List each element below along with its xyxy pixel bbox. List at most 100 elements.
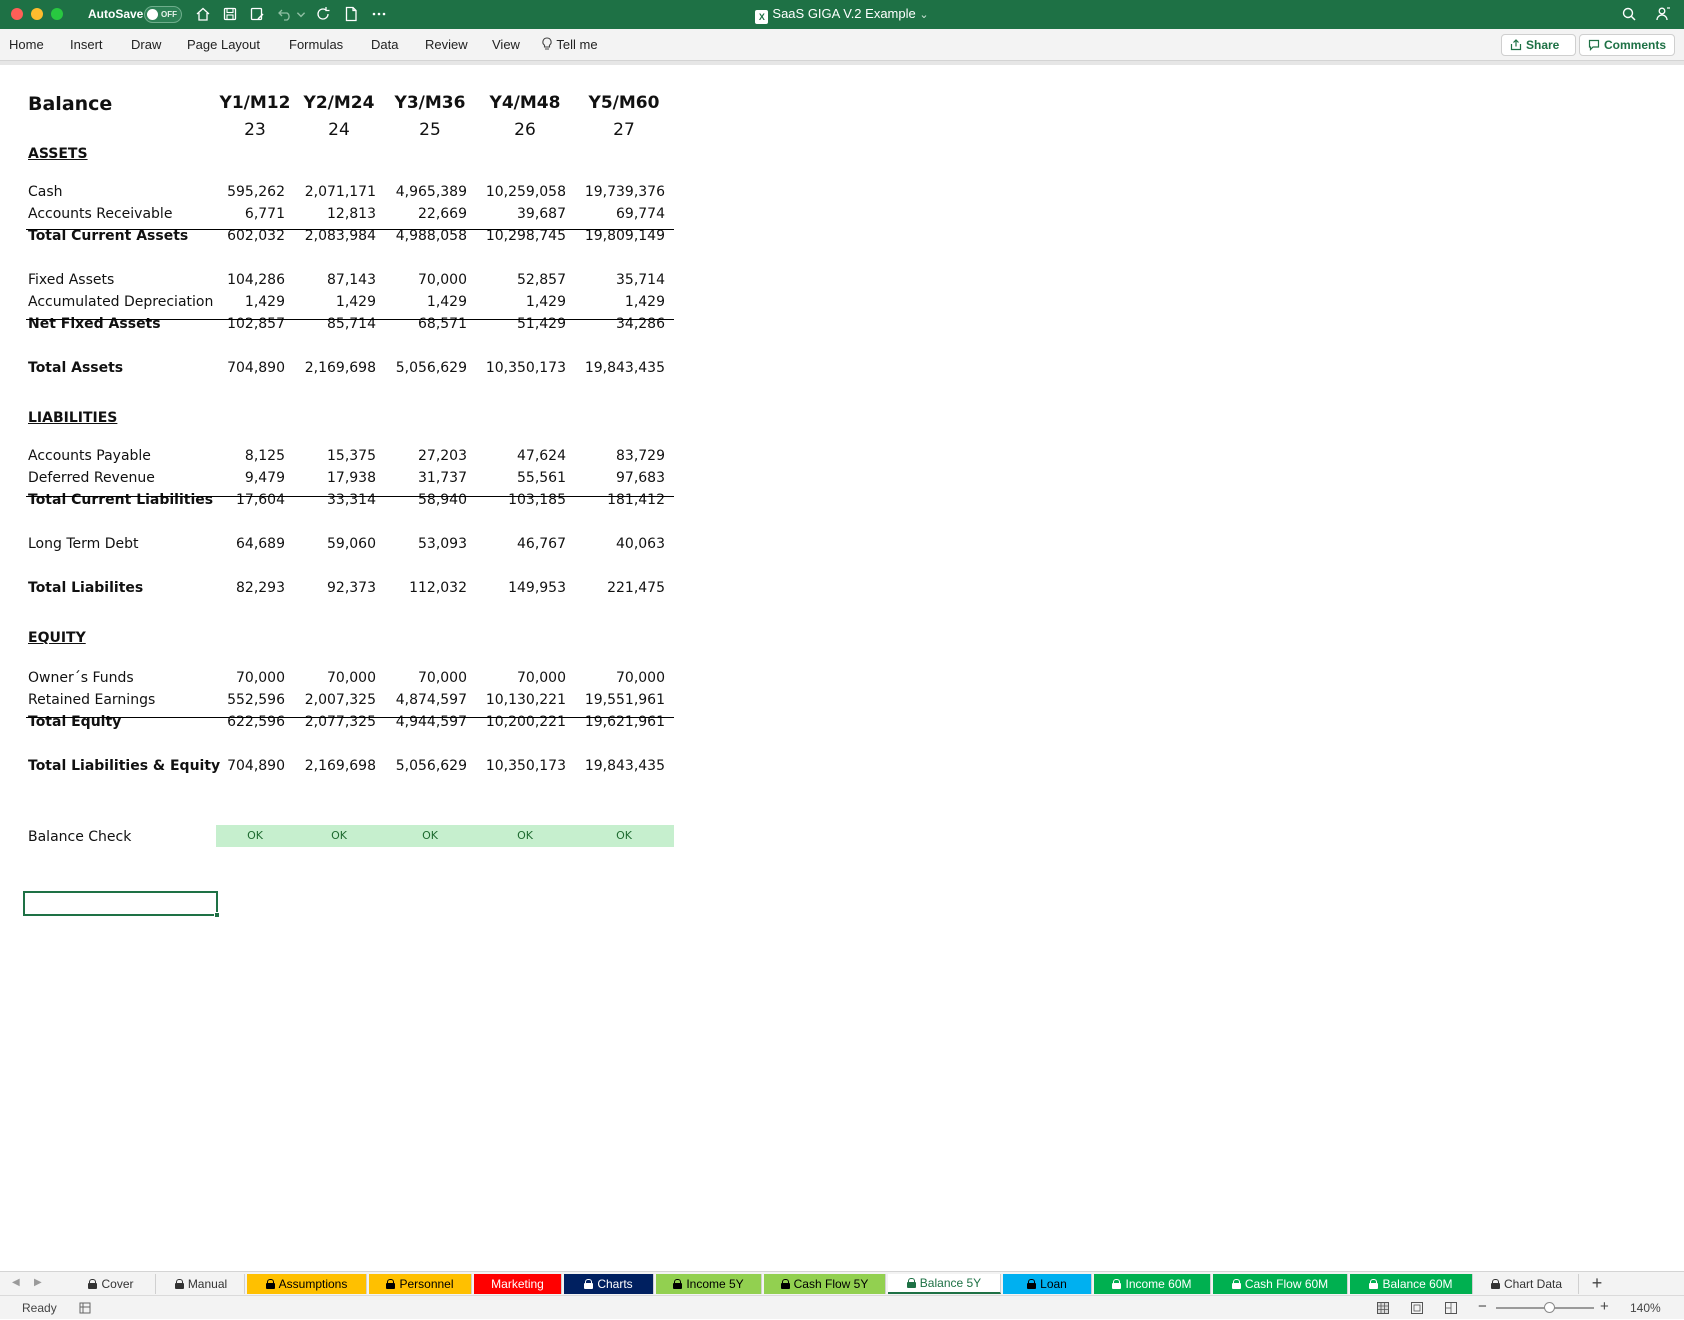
tab-view[interactable]: View [492, 37, 520, 52]
scroll-tabs-right-icon[interactable]: ▶ [34, 1277, 42, 1288]
value-deferred-revenue-y1: 9,479 [244, 470, 285, 486]
value-owners-funds-y4: 70,000 [517, 670, 566, 686]
column-number-y3: 25 [419, 120, 441, 140]
sheet-tab-balance-60m[interactable]: Balance 60M [1350, 1274, 1473, 1294]
sheet-tab-charts[interactable]: Charts [564, 1274, 654, 1294]
balance-check-y2: OK [331, 829, 347, 842]
value-long-term-debt-y3: 53,093 [418, 536, 467, 552]
sheet-tab-bar: ◀ ▶ Cover Manual Assumptions Personnel Marke… [0, 1271, 1684, 1295]
value-net-fixed-assets-y3: 68,571 [418, 316, 467, 332]
value-total-assets-y1: 704,890 [227, 360, 285, 376]
row-label-total-liabilities: Total Liabilites [28, 580, 144, 596]
document-title: X SaaS GIGA V.2 Example ⌄ [0, 6, 1684, 24]
sheet-tab-marketing[interactable]: Marketing [474, 1274, 562, 1294]
sheet-tab-chart-data[interactable]: Chart Data [1475, 1274, 1579, 1294]
value-total-equity-y5: 19,621,961 [584, 714, 665, 730]
sheet-tab-assumptions[interactable]: Assumptions [247, 1274, 367, 1294]
value-owners-funds-y3: 70,000 [418, 670, 467, 686]
sheet-tab-label: Income 5Y [686, 1277, 744, 1291]
value-deferred-revenue-y5: 97,683 [616, 470, 665, 486]
title-bar: AutoSave OFF X SaaS GIGA V.2 Example ⌄ [0, 0, 1684, 29]
value-total-assets-y5: 19,843,435 [584, 360, 665, 376]
value-accounts-receivable-y4: 39,687 [517, 206, 566, 222]
value-total-current-liabilities-y3: 58,940 [418, 492, 467, 508]
sheet-tab-personnel[interactable]: Personnel [369, 1274, 472, 1294]
tab-home[interactable]: Home [9, 37, 44, 52]
spreadsheet-grid[interactable]: Balance Y1/M12 Y2/M24 Y3/M36 Y4/M48 Y5/M… [0, 65, 1684, 1277]
share-button[interactable]: Share [1501, 34, 1576, 56]
sheet-tab-income-60m[interactable]: Income 60M [1094, 1274, 1211, 1294]
page-break-view-icon[interactable] [1444, 1301, 1458, 1315]
row-label-total-assets: Total Assets [28, 360, 124, 376]
row-label-cash: Cash [28, 184, 63, 200]
value-fixed-assets-y5: 35,714 [616, 272, 665, 288]
value-net-fixed-assets-y4: 51,429 [517, 316, 566, 332]
tab-data[interactable]: Data [371, 37, 398, 52]
share-label: Share [1526, 38, 1560, 52]
balance-check-y5: OK [616, 829, 632, 842]
sheet-tab-label: Cash Flow 5Y [793, 1277, 869, 1291]
section-liabilities: LIABILITIES [28, 410, 118, 426]
normal-view-icon[interactable] [1376, 1301, 1390, 1315]
sheet-tab-label: Manual [187, 1277, 228, 1291]
tell-me-box[interactable]: Tell me [541, 37, 598, 52]
value-total-equity-y4: 10,200,221 [485, 714, 566, 730]
value-total-liabilities-y1: 82,293 [236, 580, 285, 596]
subtotal-rule [26, 319, 674, 320]
value-fixed-assets-y2: 87,143 [327, 272, 376, 288]
value-accounts-payable-y2: 15,375 [327, 448, 376, 464]
value-accounts-receivable-y2: 12,813 [327, 206, 376, 222]
sheet-tab-manual[interactable]: Manual [158, 1274, 245, 1294]
value-total-liabilities-y5: 221,475 [607, 580, 665, 596]
value-accumulated-depreciation-y3: 1,429 [426, 294, 467, 310]
value-total-liabilities-y4: 149,953 [508, 580, 566, 596]
selected-cell[interactable] [23, 891, 220, 918]
value-net-fixed-assets-y5: 34,286 [616, 316, 665, 332]
value-retained-earnings-y4: 10,130,221 [485, 692, 566, 708]
fill-handle[interactable] [214, 912, 220, 918]
excel-file-icon: X [755, 10, 769, 24]
title-chevron-icon[interactable]: ⌄ [919, 9, 928, 21]
search-icon[interactable] [1620, 5, 1638, 23]
value-accounts-payable-y4: 47,624 [517, 448, 566, 464]
zoom-in-button[interactable]: + [1600, 1298, 1609, 1315]
add-sheet-button[interactable]: + [1587, 1273, 1607, 1294]
zoom-out-button[interactable]: − [1478, 1298, 1487, 1315]
scroll-tabs-left-icon[interactable]: ◀ [12, 1277, 20, 1288]
page-layout-view-icon[interactable] [1410, 1301, 1424, 1315]
sheet-tab-cover[interactable]: Cover [67, 1274, 156, 1294]
balance-check-y3: OK [422, 829, 438, 842]
tab-formulas[interactable]: Formulas [289, 37, 343, 52]
account-icon[interactable] [1654, 5, 1672, 23]
sheet-tab-cash-flow-5y[interactable]: Cash Flow 5Y [764, 1274, 886, 1294]
sheet-tab-loan[interactable]: Loan [1003, 1274, 1092, 1294]
value-total-liabilities-y2: 92,373 [327, 580, 376, 596]
row-label-retained-earnings: Retained Earnings [28, 692, 156, 708]
sheet-tab-balance-5y[interactable]: Balance 5Y [888, 1274, 1001, 1294]
row-label-deferred-revenue: Deferred Revenue [28, 470, 155, 486]
sheet-tab-label: Balance 60M [1382, 1277, 1453, 1291]
sheet-tab-cash-flow-60m[interactable]: Cash Flow 60M [1213, 1274, 1348, 1294]
sheet-tab-label: Loan [1040, 1277, 1067, 1291]
value-accumulated-depreciation-y2: 1,429 [335, 294, 376, 310]
comments-button[interactable]: Comments [1579, 34, 1675, 56]
tab-page-layout[interactable]: Page Layout [187, 37, 260, 52]
zoom-level[interactable]: 140% [1630, 1301, 1661, 1315]
sheet-tab-income-5y[interactable]: Income 5Y [656, 1274, 762, 1294]
value-accounts-receivable-y3: 22,669 [418, 206, 467, 222]
tab-insert[interactable]: Insert [70, 37, 103, 52]
lock-icon [1369, 1279, 1379, 1289]
lightbulb-icon [541, 37, 553, 51]
lock-icon [386, 1279, 396, 1289]
value-total-equity-y3: 4,944,597 [395, 714, 467, 730]
document-title-text: SaaS GIGA V.2 Example [772, 6, 916, 21]
lock-icon [88, 1279, 98, 1289]
value-accounts-payable-y3: 27,203 [418, 448, 467, 464]
subtotal-rule [26, 496, 674, 497]
zoom-slider-thumb[interactable] [1544, 1302, 1555, 1313]
tab-draw[interactable]: Draw [131, 37, 161, 52]
row-label-owners-funds: Owner´s Funds [28, 670, 134, 686]
value-accumulated-depreciation-y5: 1,429 [624, 294, 665, 310]
tab-review[interactable]: Review [425, 37, 468, 52]
accessibility-icon[interactable] [78, 1301, 92, 1315]
